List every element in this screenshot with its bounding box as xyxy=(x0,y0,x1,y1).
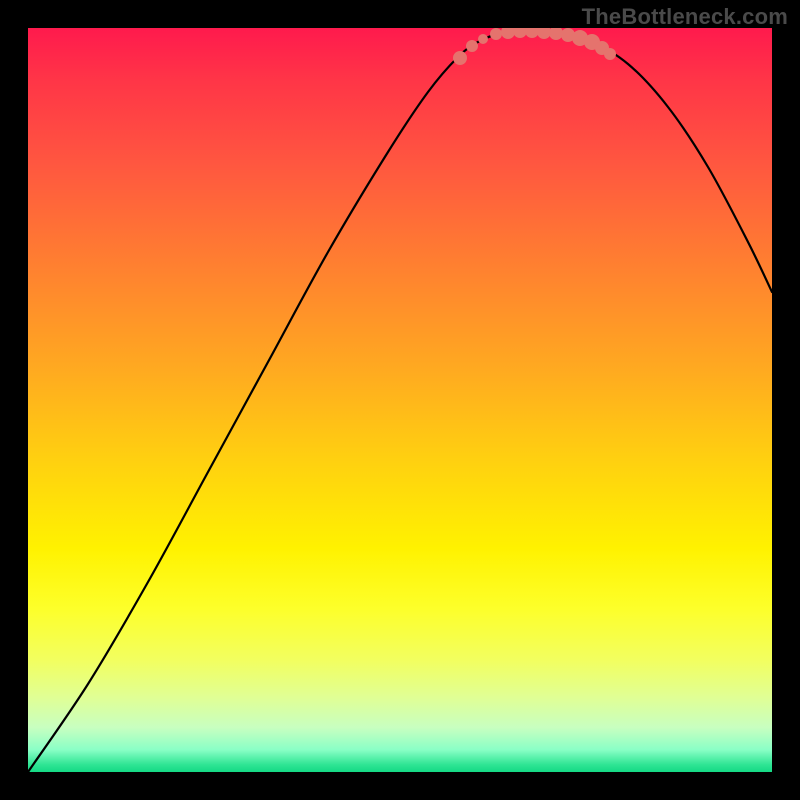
watermark-text: TheBottleneck.com xyxy=(582,4,788,30)
bottleneck-curve xyxy=(28,32,772,772)
highlight-dot xyxy=(525,28,539,38)
highlight-dots xyxy=(453,28,616,65)
highlight-dot xyxy=(490,28,502,40)
plot-area xyxy=(28,28,772,772)
curve-layer xyxy=(28,28,772,772)
highlight-dot xyxy=(604,48,616,60)
highlight-dot xyxy=(549,28,563,40)
chart-frame: TheBottleneck.com xyxy=(0,0,800,800)
highlight-dot xyxy=(453,51,467,65)
highlight-dot xyxy=(513,28,527,38)
highlight-dot xyxy=(478,34,488,44)
highlight-dot xyxy=(466,40,478,52)
highlight-dot xyxy=(501,28,515,39)
highlight-dot xyxy=(537,28,551,39)
